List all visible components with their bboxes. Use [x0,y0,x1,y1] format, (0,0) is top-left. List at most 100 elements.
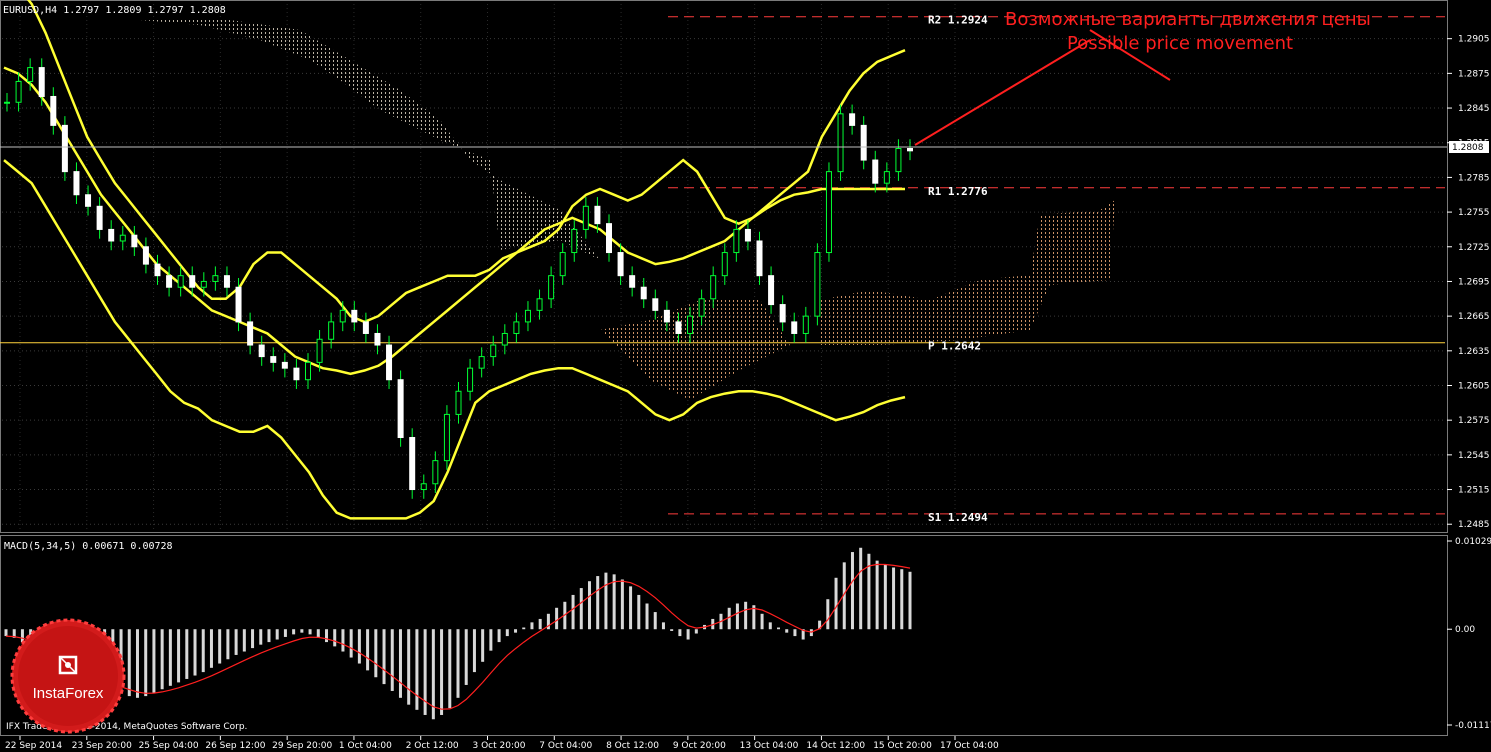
candle-body [698,298,705,317]
cloud-region-bearish [140,20,600,260]
arrow-up-line [914,39,1091,146]
y-tick-label: 1.2485 [1458,520,1490,530]
y-tick-label: 1.2545 [1458,451,1490,461]
candle-body [802,315,809,334]
candle-body [594,205,601,225]
x-tick-label: 9 Oct 20:00 [673,741,726,751]
macd-histogram-bar [135,629,139,698]
macd-histogram-bar [694,629,698,634]
candle-body [791,321,798,334]
instaforex-logo: InstaForex [10,618,126,734]
macd-histogram-bar [308,629,312,635]
candle-body [258,344,265,358]
macd-histogram-bar [366,629,370,671]
macd-histogram-bar [267,629,271,643]
macd-histogram-bar [357,629,361,664]
candle-body [559,252,566,277]
candle-body [768,275,775,306]
macd-histogram-bar [530,622,534,630]
macd-histogram-bar [489,629,493,651]
candle-body [663,309,670,323]
macd-histogram-bar [875,560,879,630]
candle-body [27,67,34,82]
macd-histogram-bar [168,629,172,686]
logo-text: InstaForex [33,685,104,702]
candle-body [455,390,462,415]
chart-canvas: R2 1.2924 R1 1.2776 P 1.2642 S1 1.2494 1.29… [0,0,1491,751]
cloud-region-future [820,200,1115,345]
macd-histogram-bar [234,629,238,655]
candle-body [270,356,277,363]
candle-body [640,286,647,300]
macd-histogram-bar [505,629,509,637]
macd-histogram-bar [472,629,476,673]
macd-histogram-bar [300,629,304,633]
candle-body [189,275,196,288]
candle-body [142,246,149,265]
x-tick-label: 7 Oct 04:00 [539,741,592,751]
macd-histogram-bar [481,629,485,662]
candle-body [420,483,427,491]
macd-histogram-bar [316,629,320,638]
candle-body [223,275,230,288]
candle-body [710,275,717,300]
x-tick-label: 29 Sep 20:00 [272,741,332,751]
macd-histogram-bar [637,594,641,630]
candle-body [177,275,184,288]
macd-histogram-bar [341,629,345,652]
y-tick-label: 1.2785 [1458,173,1490,183]
macd-histogram-bar [653,612,657,630]
macd-tick-label: 0.01029 [1455,537,1491,547]
candle-body [15,80,22,103]
candle-body [38,67,45,97]
candle-body [756,240,763,277]
candle-body [432,460,439,485]
candle-body [386,344,393,381]
x-tick-label: 1 Oct 04:00 [339,741,392,751]
annotation-english: Possible price movement [1067,33,1293,54]
y-tick-label: 1.2905 [1458,35,1490,45]
candle-body [467,367,474,392]
macd-histogram-bar [760,613,764,630]
x-tick-label: 23 Sep 20:00 [72,741,132,751]
candle-body [50,95,57,126]
macd-histogram-bar [382,629,386,685]
macd-histogram-bar [456,629,460,698]
time-axis: 22 Sep 2014 23 Sep 20:00 25 Sep 04:00 26 Se… [5,736,999,751]
macd-histogram-bar [398,629,402,698]
macd-tick-label: 0.00 [1455,625,1475,635]
candle-body [895,148,902,173]
candle-body [409,437,416,491]
candle-body [687,315,694,334]
y-tick-label: 1.2755 [1458,208,1490,218]
macd-histogram-bar [193,629,197,676]
macd-histogram-bar [4,629,8,637]
macd-histogram-bar [259,629,263,645]
candle-body [339,309,346,323]
macd-tick-label: -0.01117 [1455,721,1491,731]
candle-body [548,275,555,300]
candle-body [814,252,821,317]
candle-body [212,275,219,282]
macd-histogram-bar [645,603,649,630]
candle-body [721,252,728,277]
macd-label: MACD(5,34,5) 0.00671 0.00728 [4,541,173,552]
candle-body [374,332,381,346]
candle-body [582,205,589,230]
macd-histogram-bar [292,629,296,635]
y-tick-label: 1.2575 [1458,416,1490,426]
macd-histogram-bar [333,629,337,647]
candle-body [316,338,323,363]
macd-histogram-bar [908,571,912,630]
level-label-R2: R2 1.2924 [928,14,988,27]
x-tick-label: 8 Oct 12:00 [606,741,659,751]
candle-body [108,228,115,242]
candle-body [166,275,173,288]
macd-histogram-bar [587,581,591,630]
macd-histogram-bar [349,629,353,658]
macd-histogram-bar [464,629,468,685]
candle-body [849,113,856,126]
candle-body [617,252,624,277]
bollinger-upper-line [26,0,906,324]
macd-histogram-bar [744,601,748,630]
